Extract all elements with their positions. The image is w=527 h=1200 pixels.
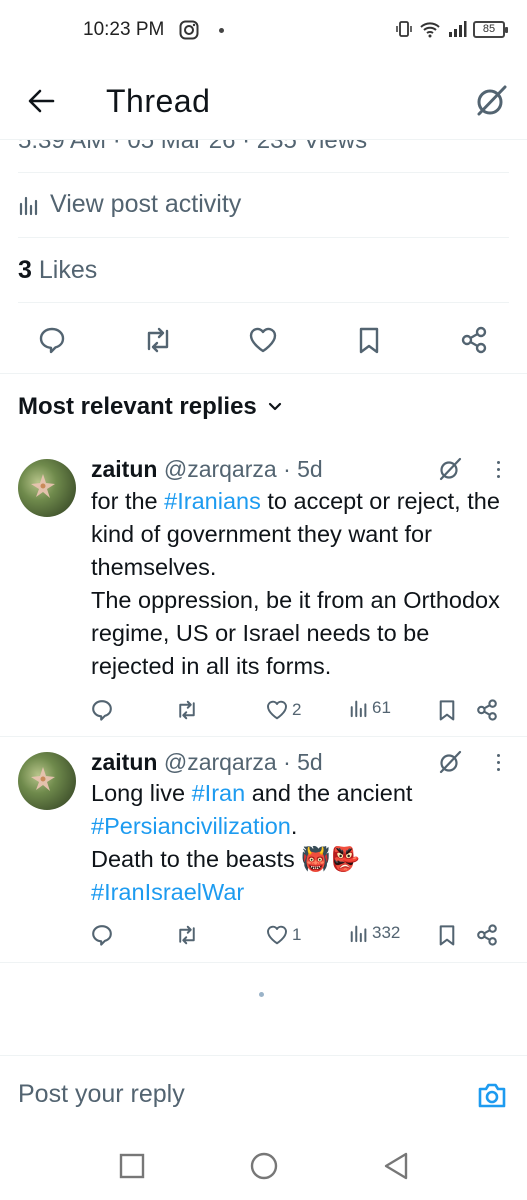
display-name[interactable]: zaitun (91, 456, 157, 482)
views-button[interactable]: 332 (349, 923, 400, 943)
replies-sort-dropdown[interactable]: Most relevant replies (18, 393, 283, 421)
status-time: 10:23 PM (83, 19, 165, 40)
analytics-icon (349, 923, 369, 943)
likes-count: 3 (18, 256, 32, 284)
avatar[interactable] (18, 459, 76, 517)
reply-action-bar: 1 332 (0, 923, 527, 953)
status-bar: 10:23 PM 85 (0, 0, 527, 60)
loading-indicator (259, 992, 264, 997)
reply-item[interactable]: zaitun @zarqarza · 5d Long live #Iran an… (0, 737, 527, 962)
bookmark-icon[interactable] (347, 318, 391, 362)
post-action-bar (0, 318, 527, 358)
timestamp: · 5d (283, 749, 323, 775)
thread-header: Thread (0, 62, 527, 140)
grok-icon[interactable] (438, 457, 462, 481)
reply-item[interactable]: zaitun @zarqarza · 5d for the #Iranians … (0, 440, 527, 736)
page-title: Thread (106, 83, 211, 119)
reply-input[interactable] (18, 1080, 448, 1109)
reply-action-bar: 2 61 (0, 698, 527, 728)
hashtag-link[interactable]: #Persiancivilization (91, 813, 291, 839)
view-post-activity-label: View post activity (50, 190, 242, 218)
battery-icon: 85 (473, 20, 508, 38)
grok-icon[interactable] (438, 750, 462, 774)
avatar[interactable] (18, 752, 76, 810)
reply-composer (0, 1055, 527, 1135)
hashtag-link[interactable]: #Iran (192, 780, 246, 806)
more-options-icon[interactable] (494, 754, 502, 771)
divider (18, 237, 509, 238)
share-icon[interactable] (475, 923, 499, 947)
handle[interactable]: @zarqarza (164, 456, 277, 482)
view-post-activity-link[interactable]: View post activity (18, 190, 241, 219)
home-icon[interactable] (249, 1151, 279, 1181)
view-count: 61 (372, 698, 391, 717)
system-nav-bar (0, 1135, 527, 1200)
repost-icon[interactable] (175, 698, 199, 722)
handle[interactable]: @zarqarza (164, 749, 277, 775)
back-triangle-icon[interactable] (382, 1151, 410, 1181)
analytics-icon (349, 698, 369, 718)
like-button[interactable]: 2 (265, 698, 301, 722)
divider (0, 373, 527, 374)
heart-icon (265, 923, 289, 947)
more-options-icon[interactable] (494, 461, 502, 478)
hashtag-link[interactable]: #Iranians (164, 488, 261, 514)
section-title: Most relevant replies (18, 393, 257, 420)
divider (18, 172, 509, 173)
share-icon[interactable] (475, 698, 499, 722)
bookmark-icon[interactable] (436, 923, 458, 947)
arrow-left-icon[interactable] (26, 86, 56, 116)
reply-icon[interactable] (30, 318, 74, 362)
heart-icon (265, 698, 289, 722)
views-button[interactable]: 61 (349, 698, 391, 718)
camera-icon[interactable] (476, 1080, 508, 1110)
likes-count-link[interactable]: 3 Likes (18, 256, 97, 285)
like-count: 2 (292, 700, 302, 719)
vibrate-icon (395, 20, 413, 38)
analytics-icon (18, 194, 40, 216)
signal-icon (447, 20, 467, 38)
repost-icon[interactable] (136, 318, 180, 362)
view-count: 332 (372, 923, 401, 942)
reply-header: zaitun @zarqarza · 5d (91, 456, 323, 483)
reply-icon[interactable] (90, 698, 114, 722)
divider (0, 962, 527, 963)
status-icons: 85 (395, 20, 508, 38)
reply-header: zaitun @zarqarza · 5d (91, 749, 323, 776)
instagram-icon (179, 20, 199, 40)
grok-icon[interactable] (474, 84, 508, 118)
repost-icon[interactable] (175, 923, 199, 947)
bookmark-icon[interactable] (436, 698, 458, 722)
chevron-down-icon (267, 399, 283, 415)
like-count: 1 (292, 925, 302, 944)
display-name[interactable]: zaitun (91, 749, 157, 775)
heart-icon[interactable] (241, 318, 285, 362)
divider (18, 302, 509, 303)
timestamp: · 5d (283, 456, 323, 482)
notification-dot-icon (219, 28, 224, 33)
recents-icon[interactable] (119, 1153, 145, 1179)
reply-text: Long live #Iran and the ancient #Persian… (91, 780, 413, 905)
hashtag-link[interactable]: #IranIsraelWar (91, 879, 244, 905)
like-button[interactable]: 1 (265, 923, 301, 947)
likes-label: Likes (38, 256, 98, 284)
reply-icon[interactable] (90, 923, 114, 947)
share-icon[interactable] (452, 318, 496, 362)
reply-text: for the #Iranians to accept or reject, t… (91, 488, 500, 679)
wifi-icon (419, 20, 441, 38)
